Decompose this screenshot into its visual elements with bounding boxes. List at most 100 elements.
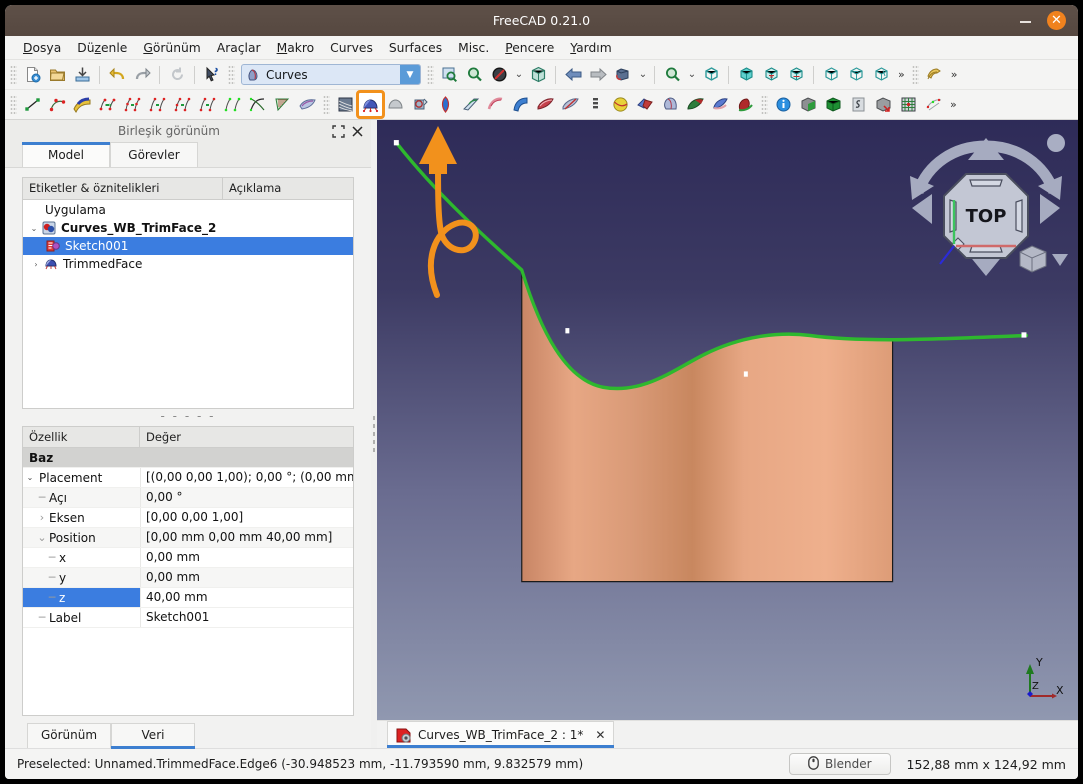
tree-item-trimmedface[interactable]: › TrimmedFace <box>23 255 353 273</box>
chevron-down-icon[interactable]: ⌄ <box>636 62 650 87</box>
parametric-blend-curve-icon[interactable] <box>195 92 220 117</box>
undo-icon[interactable] <box>105 62 130 87</box>
isometric-view-icon[interactable] <box>699 62 724 87</box>
property-group-base[interactable]: Baz <box>23 448 353 468</box>
property-row-z[interactable]: ─z 40,00 mm <box>23 588 353 608</box>
surface-gordon-icon[interactable] <box>333 92 358 117</box>
mixed-curve-icon[interactable] <box>733 92 758 117</box>
bottom-view-icon[interactable] <box>844 62 869 87</box>
toolbar-grip[interactable] <box>912 65 919 85</box>
toolbar-grip[interactable] <box>427 65 434 85</box>
chevron-down-icon[interactable]: ⌄ <box>37 531 47 544</box>
interpolate-icon[interactable] <box>170 92 195 117</box>
cube-arrow-icon[interactable] <box>871 92 896 117</box>
axonometric-view-icon[interactable] <box>526 62 551 87</box>
save-document-icon[interactable] <box>70 62 95 87</box>
multi-loft-icon[interactable] <box>658 92 683 117</box>
toolbar-grip[interactable] <box>761 95 768 115</box>
float-dock-icon[interactable] <box>330 123 346 139</box>
left-view-icon[interactable] <box>869 62 894 87</box>
isocurve-icon[interactable] <box>245 92 270 117</box>
zebra-tool-icon[interactable] <box>533 92 558 117</box>
next-view-icon[interactable] <box>586 62 611 87</box>
curve-vertex[interactable] <box>394 140 399 145</box>
zoom-icon[interactable] <box>660 62 685 87</box>
chevron-down-icon[interactable]: ⌄ <box>27 224 41 233</box>
toolbar-overflow-button-3[interactable]: » <box>946 98 961 111</box>
rear-view-icon[interactable] <box>819 62 844 87</box>
comp-info-icon[interactable] <box>583 92 608 117</box>
previous-view-icon[interactable] <box>561 62 586 87</box>
open-document-icon[interactable] <box>45 62 70 87</box>
sublink-icon[interactable] <box>295 92 320 117</box>
tree-item-document[interactable]: ⌄ Curves_WB_TrimFace_2 <box>23 219 353 237</box>
menu-surfaces[interactable]: Surfaces <box>381 39 450 57</box>
surface-trim-icon[interactable] <box>683 92 708 117</box>
toolbar-overflow-button-2[interactable]: » <box>947 68 962 81</box>
property-row-x[interactable]: ─x 0,00 mm <box>23 548 353 568</box>
toolbar-grip[interactable] <box>228 65 235 85</box>
property-row-label[interactable]: ─Label Sketch001 <box>23 608 353 628</box>
macro-icon[interactable] <box>922 62 947 87</box>
discretize-icon[interactable] <box>120 92 145 117</box>
trim-face-icon[interactable] <box>358 92 383 117</box>
minimize-button[interactable] <box>1019 14 1033 27</box>
mdi-tab-document[interactable]: Curves_WB_TrimFace_2 : 1* ✕ <box>387 721 614 748</box>
toolbar-overflow-button[interactable]: » <box>894 68 909 81</box>
close-button[interactable]: ✕ <box>1047 11 1066 30</box>
tree-item-sketch001[interactable]: Sketch001 <box>23 237 353 255</box>
approximate-icon[interactable] <box>145 92 170 117</box>
close-dock-icon[interactable] <box>349 123 365 139</box>
curve-vertex[interactable] <box>1021 332 1026 337</box>
pipeshell-icon[interactable] <box>458 92 483 117</box>
chevron-down-icon[interactable]: ⌄ <box>23 473 37 482</box>
workbench-selector[interactable]: Curves ▼ <box>241 64 421 85</box>
front-view-icon[interactable] <box>734 62 759 87</box>
grid-icon[interactable] <box>896 92 921 117</box>
menu-araclar[interactable]: Araçlar <box>209 39 269 57</box>
trimmed-face-surface[interactable] <box>522 270 893 582</box>
property-row-aci[interactable]: ─Açı 0,00 ° <box>23 488 353 508</box>
editable-spline-icon[interactable] <box>70 92 95 117</box>
chevron-down-icon[interactable]: ▼ <box>400 65 420 84</box>
chevron-down-icon[interactable]: ⌄ <box>512 62 526 87</box>
top-view-icon[interactable] <box>759 62 784 87</box>
menu-pencere[interactable]: Pencere <box>497 39 562 57</box>
new-document-icon[interactable] <box>20 62 45 87</box>
navigation-style-button[interactable]: Blender <box>789 753 891 775</box>
chevron-down-icon[interactable]: ⌄ <box>685 62 699 87</box>
chevron-right-icon[interactable]: › <box>29 260 43 269</box>
menu-makro[interactable]: Makro <box>269 39 323 57</box>
info-icon[interactable] <box>771 92 796 117</box>
property-row-y[interactable]: ─y 0,00 mm <box>23 568 353 588</box>
sketch-icon[interactable] <box>846 92 871 117</box>
panel-separator-handle[interactable]: - - - - - <box>5 409 371 426</box>
curve-on-surface-icon[interactable] <box>220 92 245 117</box>
line-icon[interactable] <box>20 92 45 117</box>
menu-yardim[interactable]: Yardım <box>562 39 619 57</box>
toolbar-grip[interactable] <box>10 95 17 115</box>
splitter-icon[interactable] <box>633 92 658 117</box>
property-row-placement[interactable]: ⌄Placement [(0,00 0,00 1,00); 0,00 °; (0… <box>23 468 353 488</box>
profile-support-icon[interactable] <box>508 92 533 117</box>
point-cloud-icon[interactable] <box>921 92 946 117</box>
refresh-icon[interactable] <box>165 62 190 87</box>
tab-veri[interactable]: Veri <box>111 723 195 748</box>
flatten-face-icon[interactable] <box>383 92 408 117</box>
sphere-icon[interactable] <box>608 92 633 117</box>
menu-curves[interactable]: Curves <box>322 39 381 57</box>
tab-gorevler[interactable]: Görevler <box>110 142 198 167</box>
join-curves-icon[interactable] <box>95 92 120 117</box>
property-row-eksen[interactable]: ›Eksen [0,00 0,00 1,00] <box>23 508 353 528</box>
close-icon[interactable]: ✕ <box>593 728 607 742</box>
blend-surface-icon[interactable] <box>270 92 295 117</box>
whats-this-icon[interactable] <box>200 62 225 87</box>
menu-dosya[interactable]: DDosyaosya <box>15 39 69 57</box>
green-cube-icon[interactable] <box>821 92 846 117</box>
bspline-curve-icon[interactable] <box>45 92 70 117</box>
sketch-on-surface-icon[interactable] <box>433 92 458 117</box>
toolbar-grip[interactable] <box>323 95 330 115</box>
chevron-right-icon[interactable]: › <box>37 511 47 524</box>
fit-all-icon[interactable] <box>462 62 487 87</box>
parametric-solid-icon[interactable] <box>708 92 733 117</box>
